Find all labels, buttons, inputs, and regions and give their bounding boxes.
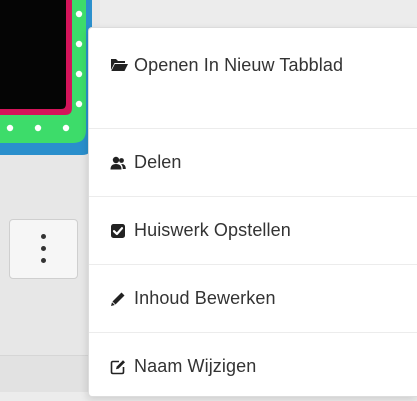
lesson-card [0, 0, 100, 392]
menu-item-assign-homework[interactable]: Huiswerk Opstellen [89, 197, 417, 265]
edit-square-icon [110, 359, 126, 375]
menu-item-share[interactable]: Delen [89, 129, 417, 197]
folder-open-icon [110, 56, 128, 72]
menu-item-label: Delen [134, 152, 182, 172]
menu-item-label: Inhoud Bewerken [134, 288, 276, 308]
menu-item-label: Naam Wijzigen [134, 356, 257, 376]
menu-item-open-new-tab[interactable]: Openen In Nieuw Tabblad [89, 28, 417, 129]
menu-item-label: Huiswerk Opstellen [134, 220, 291, 240]
card-footer [0, 355, 89, 392]
more-options-button[interactable] [9, 219, 78, 279]
menu-item-label: Openen In Nieuw Tabblad [134, 55, 344, 75]
kebab-menu-icon [41, 234, 47, 266]
checkbox-icon [110, 223, 126, 239]
pencil-icon [110, 291, 126, 307]
lesson-options-menu: Openen In Nieuw Tabblad Delen Huiswerk O… [88, 27, 417, 397]
lesson-thumbnail[interactable] [0, 0, 100, 155]
users-icon [110, 155, 126, 171]
menu-item-edit-content[interactable]: Inhoud Bewerken [89, 265, 417, 333]
